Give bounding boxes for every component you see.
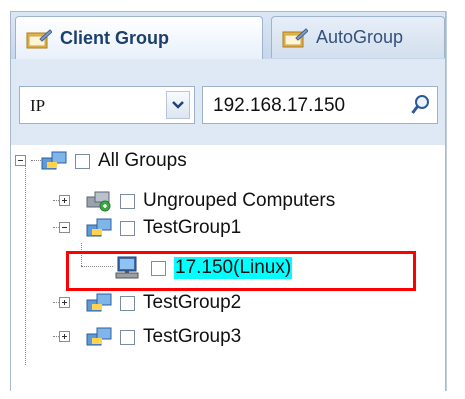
search-button[interactable] — [408, 90, 434, 120]
tab-client-group-label: Client Group — [60, 28, 169, 48]
node-label: TestGroup3 — [143, 326, 242, 347]
client-group-panel: Client Group AutoGroup IP 192.168.17.150 — [10, 11, 446, 391]
checkbox[interactable] — [120, 193, 135, 209]
dropdown-button[interactable] — [166, 91, 190, 119]
search-input[interactable]: 192.168.17.150 — [213, 95, 345, 117]
tab-autogroup[interactable]: AutoGroup — [271, 16, 445, 58]
tab-bar: Client Group AutoGroup — [11, 12, 445, 60]
ungrouped-computers-icon — [86, 191, 111, 212]
expand-toggle[interactable] — [59, 297, 70, 308]
tree-node-testgroup2[interactable]: TestGroup2 — [86, 288, 241, 318]
chevron-down-icon — [172, 101, 184, 109]
panel-border — [446, 11, 447, 391]
expand-toggle[interactable] — [59, 195, 70, 206]
tree-node-all-groups[interactable]: All Groups — [41, 146, 187, 176]
collapse-toggle[interactable] — [15, 155, 26, 166]
node-label: All Groups — [98, 150, 187, 171]
tab-autogroup-label: AutoGroup — [316, 27, 404, 47]
tree-node-ungrouped-computers[interactable]: Ungrouped Computers — [86, 186, 335, 216]
client-group-icon — [26, 28, 52, 48]
tree-node-testgroup1[interactable]: TestGroup1 — [86, 213, 241, 243]
filter-field-select[interactable]: IP — [19, 86, 195, 124]
node-label: TestGroup1 — [143, 217, 242, 238]
highlight-annotation — [66, 251, 416, 291]
autogroup-icon — [282, 27, 308, 47]
checkbox[interactable] — [120, 220, 135, 236]
node-label: Ungrouped Computers — [143, 190, 336, 211]
expand-toggle[interactable] — [59, 331, 70, 342]
filter-field-value: IP — [30, 96, 46, 115]
search-icon — [411, 95, 429, 114]
group-icon — [86, 293, 112, 312]
collapse-toggle[interactable] — [59, 222, 70, 233]
tree-line — [31, 160, 41, 161]
checkbox[interactable] — [75, 153, 90, 169]
checkbox[interactable] — [120, 329, 135, 345]
tree-line — [25, 166, 26, 365]
tab-client-group[interactable]: Client Group — [15, 16, 263, 60]
tree-node-testgroup3[interactable]: TestGroup3 — [86, 322, 241, 352]
group-icon — [86, 327, 112, 346]
search-field[interactable]: 192.168.17.150 — [202, 86, 438, 124]
group-icon — [41, 151, 67, 170]
filter-row: IP 192.168.17.150 — [11, 59, 445, 145]
node-label: TestGroup2 — [143, 292, 242, 313]
checkbox[interactable] — [120, 295, 135, 311]
group-icon — [86, 218, 112, 237]
